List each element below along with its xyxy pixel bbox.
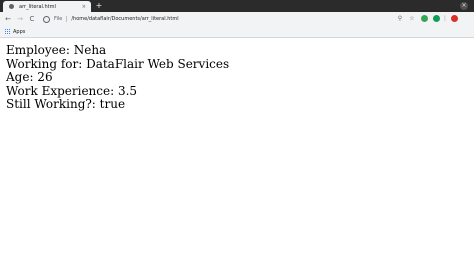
tab-title: arr_literal.html [19, 3, 56, 10]
info-icon[interactable] [43, 15, 50, 23]
close-icon[interactable]: × [82, 4, 86, 10]
address-bar[interactable]: File /home/dataflair/Documents/arr_liter… [40, 14, 418, 24]
page-content: Employee: Neha Working for: DataFlair We… [6, 43, 230, 112]
url-text[interactable]: /home/dataflair/Documents/arr_literal.ht… [71, 16, 178, 22]
browser-window: arr_literal.html × + × ← → C File /home/… [0, 0, 474, 271]
toolbar: ← → C File /home/dataflair/Documents/arr… [0, 12, 474, 26]
menu-icon[interactable]: ⋮ [441, 15, 449, 23]
star-icon[interactable]: ☆ [408, 15, 416, 23]
tab-strip: arr_literal.html × + × [0, 0, 474, 12]
back-icon[interactable]: ← [3, 14, 13, 24]
apps-bookmark[interactable]: Apps [13, 29, 25, 35]
forward-icon[interactable]: → [15, 14, 25, 24]
bookmarks-bar: Apps [0, 26, 474, 38]
window-close-icon[interactable]: × [460, 2, 468, 10]
extension-icon[interactable] [433, 15, 440, 22]
new-tab-button[interactable]: + [95, 1, 103, 11]
age-line: Age: 26 [6, 70, 53, 84]
extension-icon[interactable] [421, 15, 428, 22]
employee-line: Employee: Neha [6, 43, 107, 57]
zoom-icon[interactable]: ⚲ [396, 15, 404, 23]
divider [66, 16, 68, 22]
globe-icon [9, 4, 14, 9]
still-working-line: Still Working?: true [6, 97, 126, 111]
url-scheme-label: File [54, 16, 63, 22]
minimize-icon[interactable] [448, 2, 456, 10]
tab-arr-literal[interactable]: arr_literal.html × [3, 1, 91, 12]
working-for-line: Working for: DataFlair Web Services [6, 56, 230, 71]
apps-grid-icon[interactable] [5, 29, 10, 34]
reload-icon[interactable]: C [27, 14, 37, 24]
work-experience-line: Work Experience: 3.5 [6, 83, 138, 98]
profile-avatar-icon[interactable] [451, 15, 458, 22]
